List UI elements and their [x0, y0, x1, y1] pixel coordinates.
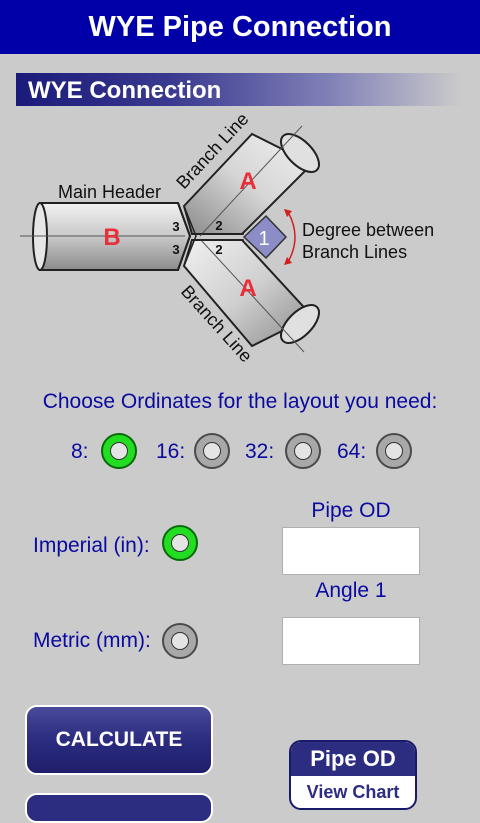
pipe-od-input[interactable]: [282, 527, 420, 575]
ordinate-32-radio[interactable]: [285, 433, 321, 469]
calculate-button-label: CALCULATE: [55, 728, 183, 751]
pipe-b-letter: B: [103, 224, 120, 251]
pipe-a-upper-letter: A: [239, 168, 256, 195]
ordinate-64-radio[interactable]: [376, 433, 412, 469]
marker-2-lower: 2: [215, 242, 222, 257]
main-header-label: Main Header: [58, 182, 161, 202]
degree-label-line2: Branch Lines: [302, 242, 407, 262]
ordinate-32-label: 32:: [245, 440, 275, 463]
app-title: WYE Pipe Connection: [88, 10, 392, 43]
pipe-od-label: Pipe OD: [311, 499, 391, 522]
calculate-button[interactable]: CALCULATE: [25, 705, 213, 775]
secondary-button[interactable]: [25, 793, 213, 823]
app-title-bar: WYE Pipe Connection: [0, 0, 480, 54]
chart-button-subtitle: View Chart: [306, 782, 400, 802]
marker-3-lower: 3: [172, 242, 179, 257]
angle-label: Angle 1: [315, 579, 387, 602]
angle-input[interactable]: [282, 617, 420, 665]
pipe-a-lower-letter: A: [239, 275, 256, 302]
marker-3-upper: 3: [172, 219, 179, 234]
ordinate-8-label: 8:: [71, 440, 89, 463]
marker-2-upper: 2: [215, 218, 222, 233]
ordinate-8-radio[interactable]: [101, 433, 137, 469]
angle-marker-number: 1: [258, 228, 269, 250]
degree-label-line1: Degree between: [302, 220, 434, 240]
metric-label: Metric (mm):: [33, 629, 151, 652]
imperial-radio[interactable]: [162, 525, 198, 561]
wye-diagram: 1 B A A 3 3 2 2 Main Header Branch Line …: [20, 109, 434, 366]
chart-button-title: Pipe OD: [291, 742, 415, 776]
ordinates-prompt: Choose Ordinates for the layout you need…: [42, 390, 438, 413]
ordinate-64-label: 64:: [337, 440, 367, 463]
section-title: WYE Connection: [28, 77, 222, 104]
section-header: WYE Connection: [16, 73, 462, 106]
imperial-label: Imperial (in):: [33, 534, 150, 557]
metric-radio[interactable]: [162, 623, 198, 659]
ordinate-16-radio[interactable]: [194, 433, 230, 469]
ordinate-16-label: 16:: [156, 440, 186, 463]
